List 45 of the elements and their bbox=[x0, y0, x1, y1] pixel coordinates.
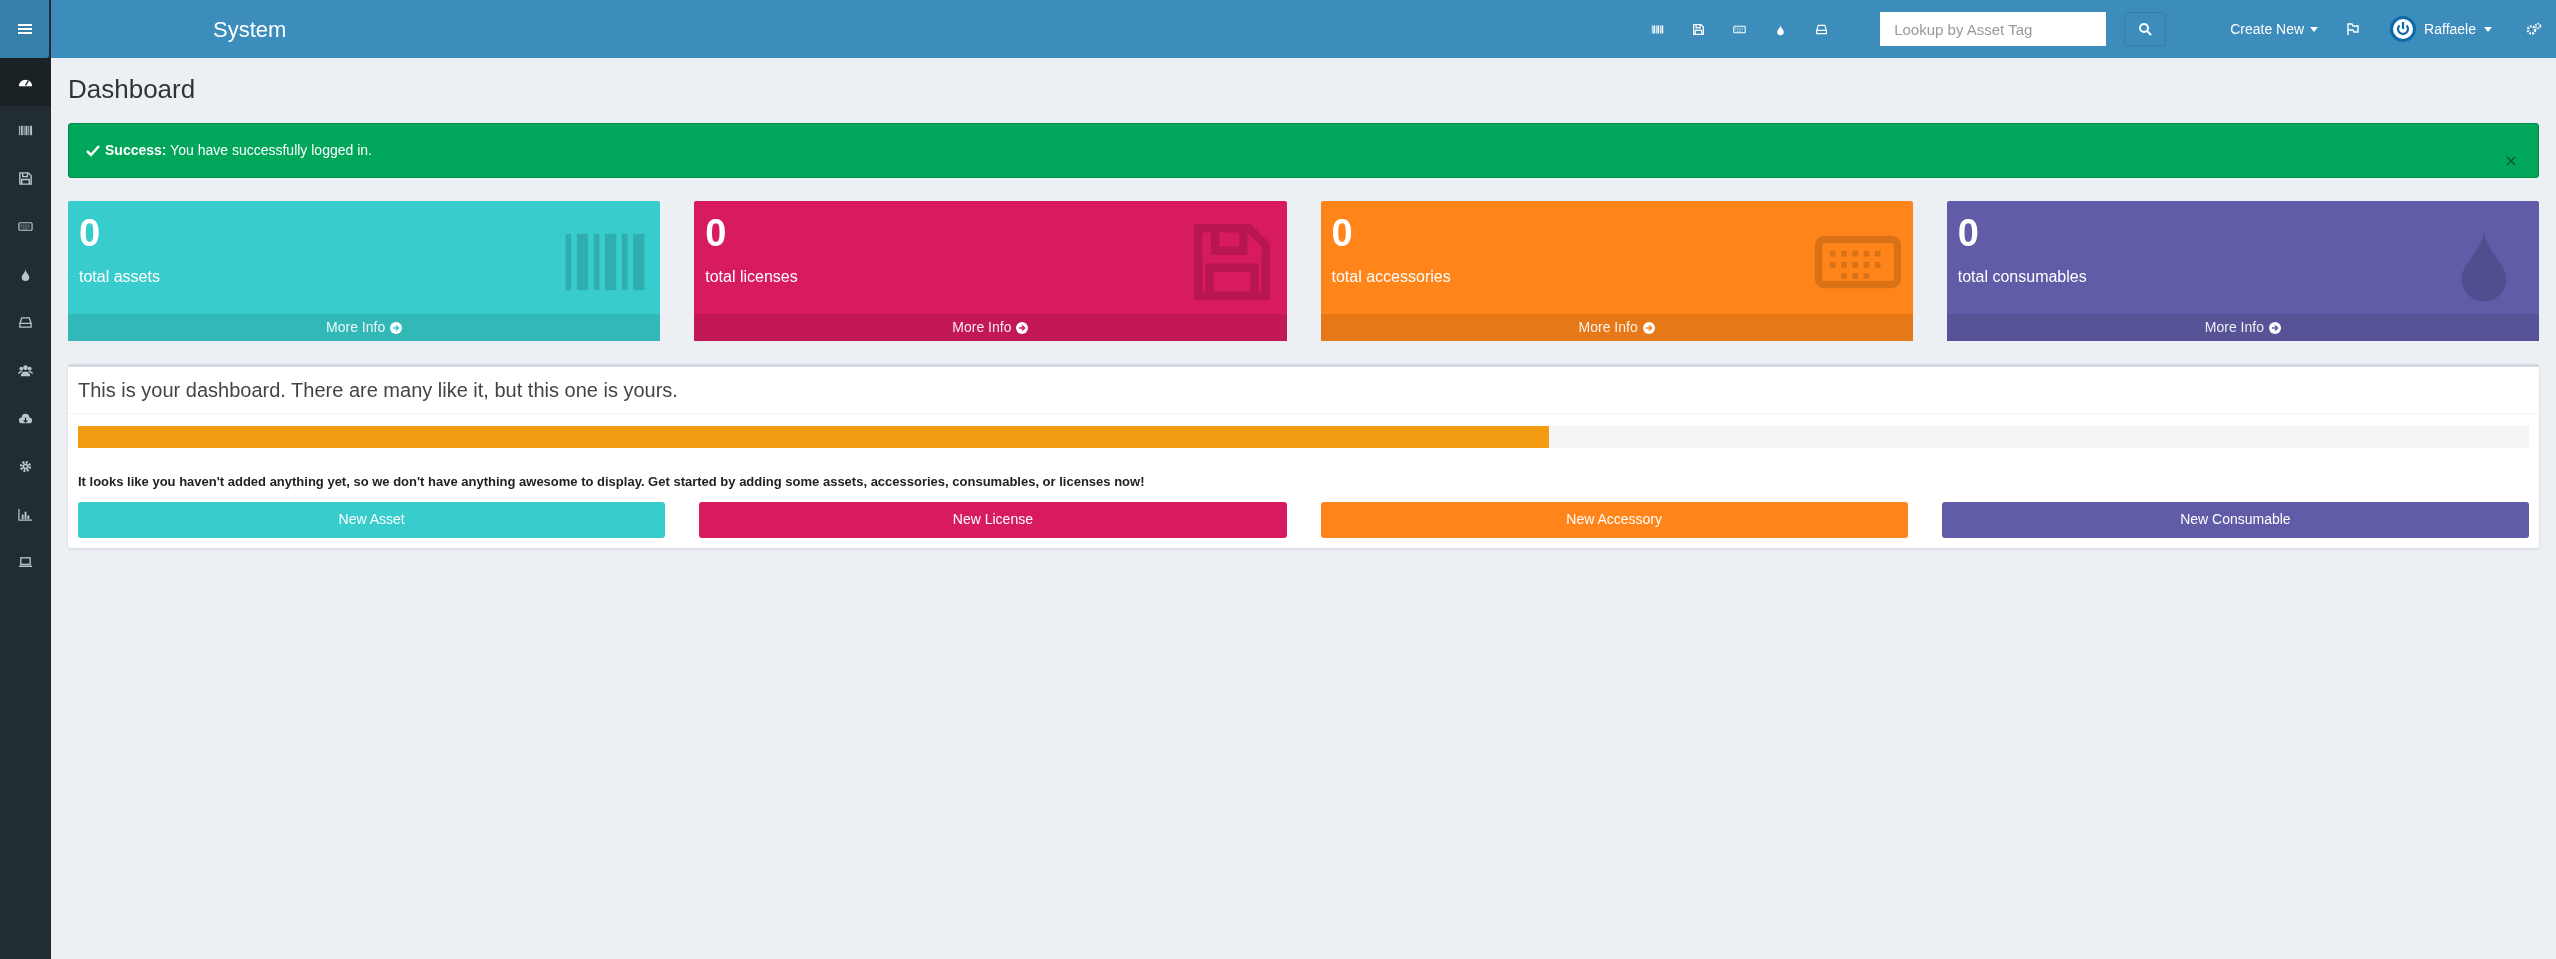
caret-icon bbox=[2484, 26, 2492, 32]
asset-tag-search-field[interactable]: Lookup by Asset Tag bbox=[1880, 12, 2107, 46]
sidebar-item[interactable] bbox=[0, 58, 51, 106]
arrow-circle-icon bbox=[2268, 321, 2281, 334]
arrow-circle-icon bbox=[390, 321, 403, 334]
hard-drive-icon[interactable] bbox=[18, 314, 33, 330]
menu-toggle-button[interactable] bbox=[0, 0, 49, 58]
create-new-dropdown[interactable]: Create New bbox=[2230, 18, 2319, 40]
stat-count: 0 bbox=[1331, 211, 1353, 256]
more-info-link[interactable]: More Info bbox=[1946, 314, 2539, 341]
more-info-link[interactable]: More Info bbox=[1320, 314, 1913, 341]
more-info-link[interactable]: More Info bbox=[68, 314, 661, 341]
stat-count: 0 bbox=[705, 211, 727, 256]
barcode-icon[interactable] bbox=[1651, 22, 1665, 36]
create-item-button[interactable]: New Consumable bbox=[1941, 501, 2529, 538]
search-icon[interactable] bbox=[2138, 22, 2153, 36]
stat-label: total licenses bbox=[705, 266, 798, 287]
stat-label: total assets bbox=[79, 266, 160, 287]
create-item-button[interactable]: New License bbox=[699, 501, 1287, 538]
app-title[interactable]: System bbox=[213, 12, 287, 46]
bar-chart-icon[interactable] bbox=[18, 506, 33, 522]
menu-icon[interactable] bbox=[17, 23, 32, 35]
power-avatar-icon bbox=[2390, 16, 2417, 42]
empty-state-message: It looks like you haven't added anything yet, so we don't have anything awesome to display. Get started by adding some assets, accessories, consumables, or licenses now! bbox=[78, 473, 1145, 491]
page-title: Dashboard bbox=[68, 73, 196, 106]
users-icon[interactable] bbox=[18, 362, 33, 378]
stat-label: total consumables bbox=[1957, 266, 2087, 287]
close-icon[interactable] bbox=[2505, 154, 2517, 167]
arrow-circle-icon bbox=[1642, 321, 1655, 334]
create-item-button[interactable]: New Accessory bbox=[1320, 501, 1908, 538]
stat-count: 0 bbox=[1957, 211, 1979, 256]
checkmark-icon bbox=[86, 144, 100, 157]
flag-icon[interactable] bbox=[2346, 22, 2361, 36]
caret-icon bbox=[2310, 26, 2319, 32]
more-info-link[interactable]: More Info bbox=[694, 314, 1287, 341]
arrow-circle-icon bbox=[1016, 321, 1029, 334]
stat-count: 0 bbox=[79, 211, 101, 256]
laptop-icon[interactable] bbox=[18, 554, 33, 570]
search-button[interactable] bbox=[2124, 12, 2167, 46]
hard-drive-icon[interactable] bbox=[1815, 22, 1829, 36]
user-menu[interactable]: Raffaele bbox=[2390, 16, 2492, 42]
panel-heading: This is your dashboard. There are many like it, but this one is yours. bbox=[78, 378, 678, 403]
create-item-button[interactable]: New Asset bbox=[78, 501, 666, 538]
alert-message: Success: You have successfully logged in. bbox=[105, 141, 372, 160]
stat-label: total accessories bbox=[1331, 266, 1451, 287]
